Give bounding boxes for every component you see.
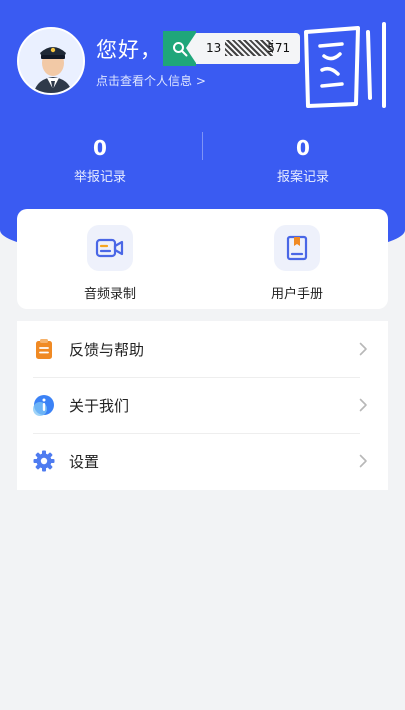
quick-action-label: 用户手册 — [270, 287, 323, 302]
menu-item-settings[interactable]: 设置 — [17, 433, 388, 489]
info-icon — [33, 394, 55, 416]
video-record-icon — [87, 225, 133, 271]
stat-label: 报案记录 — [276, 170, 329, 185]
manual-book-icon — [274, 225, 320, 271]
stat-value: 0 — [296, 136, 310, 160]
view-profile-link[interactable]: 点击查看个人信息 > — [96, 72, 206, 89]
stat-value: 0 — [93, 136, 107, 160]
chevron-right-icon — [359, 342, 367, 356]
gear-icon — [33, 450, 55, 472]
quick-action-user-manual[interactable]: 用户手册 — [242, 225, 352, 302]
stat-label: 举报记录 — [73, 170, 126, 185]
quick-actions-card: 音频录制 用户手册 — [17, 209, 388, 309]
menu-item-label: 关于我们 — [69, 396, 130, 415]
chevron-right-icon — [359, 398, 367, 412]
quick-action-audio-record[interactable]: 音频录制 — [55, 225, 165, 302]
menu-item-about-us[interactable]: 关于我们 — [17, 377, 388, 433]
chevron-right-icon — [359, 454, 367, 468]
feedback-clipboard-icon — [33, 338, 55, 360]
stat-case-records[interactable]: 0 报案记录 — [243, 136, 363, 185]
stat-divider — [202, 132, 203, 160]
redaction-scribble — [225, 40, 273, 56]
menu-item-label: 设置 — [69, 452, 100, 471]
search-value-head: 13 — [206, 41, 222, 55]
stat-report-records[interactable]: 0 举报记录 — [40, 136, 160, 185]
avatar[interactable] — [17, 27, 85, 95]
menu-item-feedback-help[interactable]: 反馈与帮助 — [17, 321, 388, 377]
greeting-text: 您好， — [96, 38, 162, 62]
handwritten-character-overlay — [304, 22, 386, 108]
menu-list: 反馈与帮助 关于我们 设置 — [17, 321, 388, 490]
menu-item-label: 反馈与帮助 — [69, 340, 145, 359]
quick-action-label: 音频录制 — [83, 287, 136, 302]
